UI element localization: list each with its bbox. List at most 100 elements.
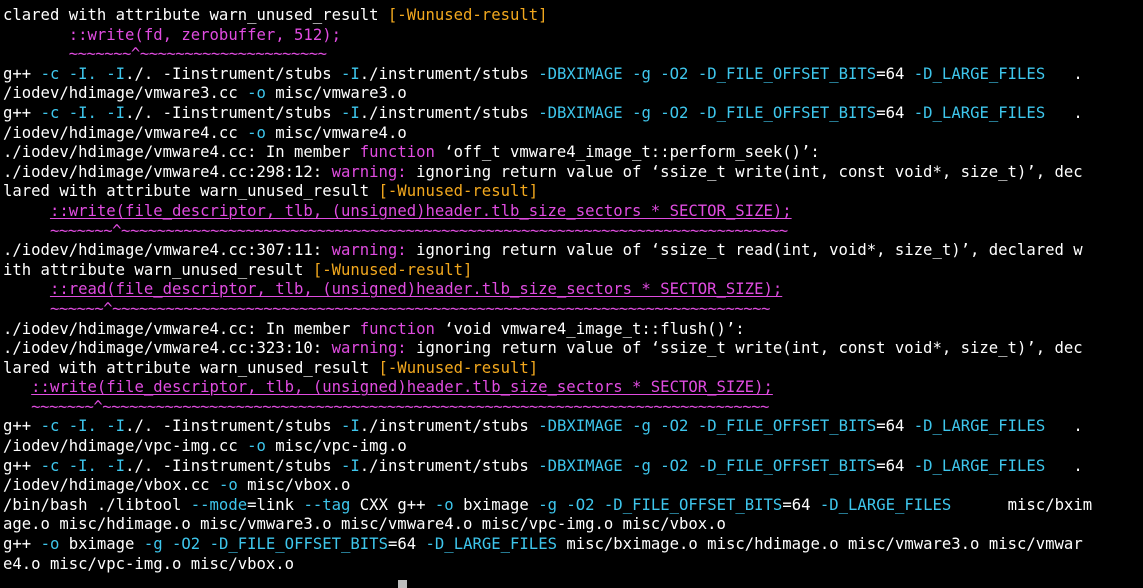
terminal-text-segment: -O2 bbox=[660, 103, 689, 122]
terminal-line: lared with attribute warn_unused_result … bbox=[3, 359, 1143, 379]
terminal-text-segment: e4.o misc/vpc-img.o misc/vbox.o bbox=[3, 554, 295, 573]
terminal-text-segment: -c bbox=[40, 456, 60, 475]
terminal-text-segment: -c bbox=[40, 103, 60, 122]
terminal-text-segment: -O2 bbox=[660, 456, 689, 475]
terminal-line: clared with attribute warn_unused_result… bbox=[3, 6, 1143, 26]
terminal-line: age.o misc/hdimage.o misc/vmware3.o misc… bbox=[3, 515, 1143, 535]
terminal-text-segment: ~~~~~~^~~~~~~~~~~~~~~~~~~~~~~~~~~~~~~~~~… bbox=[49, 299, 770, 318]
terminal-text-segment: -I bbox=[106, 64, 126, 83]
terminal-text-segment: ::write(fd, zerobuffer, 512); bbox=[68, 25, 341, 44]
terminal-text-segment: ./iodev/hdimage/vmware4.cc:298:12: bbox=[3, 162, 332, 181]
terminal-text-segment: /iodev/hdimage/vbox.cc bbox=[3, 476, 219, 495]
terminal-text-segment: lared with attribute warn_unused_result bbox=[3, 182, 379, 201]
terminal-line: g++ -o bximage -g -O2 -D_FILE_OFFSET_BIT… bbox=[3, 535, 1143, 555]
terminal-text-segment: ‘off_t vmware4_image_t::perform_seek()’: bbox=[434, 143, 820, 162]
terminal-text-segment: -I bbox=[106, 417, 126, 436]
terminal-text-segment: --tag bbox=[303, 495, 351, 514]
terminal-text-segment: ~~~~~~~^~~~~~~~~~~~~~~~~~~~~~~~~~~~~~~~~… bbox=[31, 397, 769, 416]
terminal-line: g++ -c -I. -I./. -Iinstrument/stubs -I./… bbox=[3, 104, 1143, 124]
terminal-text-segment: -I. bbox=[68, 417, 97, 436]
terminal-text-segment: /iodev/hdimage/vpc-img.cc bbox=[3, 437, 248, 456]
terminal-line: /iodev/hdimage/vpc-img.cc -o misc/vpc-im… bbox=[3, 437, 1143, 457]
terminal-text-segment: [-Wunused-result] bbox=[378, 358, 539, 377]
terminal-line: e4.o misc/vpc-img.o misc/vbox.o bbox=[3, 555, 1143, 575]
terminal-text-segment: -D_LARGE_FILES bbox=[425, 535, 557, 554]
terminal-text-segment: =64 bbox=[782, 495, 820, 514]
terminal-text-segment: /bin/bash ./libtool bbox=[3, 495, 191, 514]
terminal-text-segment: ::write(file_descriptor, tlb, (unsigned)… bbox=[31, 378, 773, 397]
terminal-line: g++ -c -I. -I./. -Iinstrument/stubs -I./… bbox=[3, 65, 1143, 85]
terminal-text-segment: -g bbox=[632, 64, 651, 83]
terminal-text-segment: misc/vpc-img.o bbox=[265, 437, 407, 456]
terminal-text-segment: misc/vbox.o bbox=[237, 476, 351, 495]
terminal-text-segment: -DBXIMAGE bbox=[538, 417, 623, 436]
terminal-text-segment: -D_FILE_OFFSET_BITS bbox=[603, 495, 783, 514]
terminal-text-segment: misc/bximage.o misc/hdimage.o misc/vmwar… bbox=[556, 535, 1083, 554]
terminal-text-segment: CXX g++ bbox=[350, 495, 435, 514]
terminal-text-segment: -D_FILE_OFFSET_BITS bbox=[697, 456, 877, 475]
terminal-text-segment: lared with attribute warn_unused_result bbox=[3, 358, 379, 377]
terminal-text-segment: -o bbox=[434, 495, 454, 514]
terminal-text-segment: -D_FILE_OFFSET_BITS bbox=[209, 535, 388, 554]
terminal-text-segment: bximage bbox=[59, 535, 144, 554]
terminal-text-segment: misc/vmware4.o bbox=[265, 123, 407, 142]
terminal-text-segment: -D_FILE_OFFSET_BITS bbox=[697, 103, 877, 122]
terminal-text-segment: ./instrument/stubs bbox=[359, 103, 539, 122]
terminal-line: ./iodev/hdimage/vmware4.cc:323:10: warni… bbox=[3, 339, 1143, 359]
terminal-text-segment: -D_FILE_OFFSET_BITS bbox=[697, 64, 877, 83]
terminal-line: lared with attribute warn_unused_result … bbox=[3, 182, 1143, 202]
terminal-text-segment: ignoring return value of ‘ssize_t read(i… bbox=[406, 241, 1083, 260]
terminal-text-segment: function bbox=[359, 319, 435, 338]
terminal-text-segment: -g bbox=[538, 495, 557, 514]
terminal-text-segment: -D_LARGE_FILES bbox=[819, 495, 952, 514]
terminal-text-segment: g++ bbox=[3, 456, 41, 475]
terminal-text-segment: -g bbox=[632, 417, 651, 436]
terminal-text-segment: g++ bbox=[3, 103, 41, 122]
terminal-text-segment: -g bbox=[632, 103, 651, 122]
terminal-text-segment: warning: bbox=[331, 339, 407, 358]
terminal-text-segment: -I bbox=[341, 103, 360, 122]
terminal-window[interactable]: clared with attribute warn_unused_result… bbox=[0, 0, 1143, 588]
terminal-text-segment: =link bbox=[247, 495, 304, 514]
terminal-text-segment: -I bbox=[106, 103, 126, 122]
terminal-text-segment: -D_LARGE_FILES bbox=[913, 456, 1046, 475]
terminal-text-segment: -O2 bbox=[660, 417, 689, 436]
terminal-text-segment: --mode bbox=[190, 495, 248, 514]
terminal-text-segment: . bbox=[1045, 103, 1083, 122]
terminal-text-segment: -o bbox=[247, 437, 266, 456]
terminal-text-segment: ~~~~~~~^~~~~~~~~~~~~~~~~~~~~~~~~~~~~~~~~… bbox=[49, 221, 788, 240]
terminal-text-segment: ::read(file_descriptor, tlb, (unsigned)h… bbox=[49, 280, 783, 299]
terminal-text-segment: /iodev/hdimage/vmware3.cc bbox=[3, 84, 248, 103]
terminal-line: ./iodev/hdimage/vmware4.cc: In member fu… bbox=[3, 320, 1143, 340]
terminal-text-segment: -I. bbox=[68, 64, 97, 83]
terminal-text-segment: [-Wunused-result] bbox=[378, 182, 539, 201]
terminal-text-segment: =64 bbox=[876, 417, 914, 436]
text-cursor bbox=[398, 580, 407, 588]
terminal-line: ::write(fd, zerobuffer, 512); bbox=[3, 26, 1143, 46]
terminal-text-segment: age.o misc/hdimage.o misc/vmware3.o misc… bbox=[3, 515, 726, 534]
terminal-text-segment: -DBXIMAGE bbox=[538, 456, 623, 475]
terminal-line: ~~~~~~~^~~~~~~~~~~~~~~~~~~~~~~~~~~~~~~~~… bbox=[3, 222, 1143, 242]
terminal-text-segment: -D_LARGE_FILES bbox=[913, 103, 1046, 122]
terminal-text-segment: -O2 bbox=[660, 64, 689, 83]
terminal-text-segment: -DBXIMAGE bbox=[538, 64, 623, 83]
terminal-text-segment: -O2 bbox=[566, 495, 595, 514]
terminal-line: ./iodev/hdimage/vmware4.cc: In member fu… bbox=[3, 143, 1143, 163]
terminal-text-segment: =64 bbox=[876, 64, 914, 83]
terminal-line: g++ -c -I. -I./. -Iinstrument/stubs -I./… bbox=[3, 417, 1143, 437]
terminal-text-segment: ./iodev/hdimage/vmware4.cc: In member bbox=[3, 143, 360, 162]
terminal-text-segment: -D_FILE_OFFSET_BITS bbox=[697, 417, 877, 436]
